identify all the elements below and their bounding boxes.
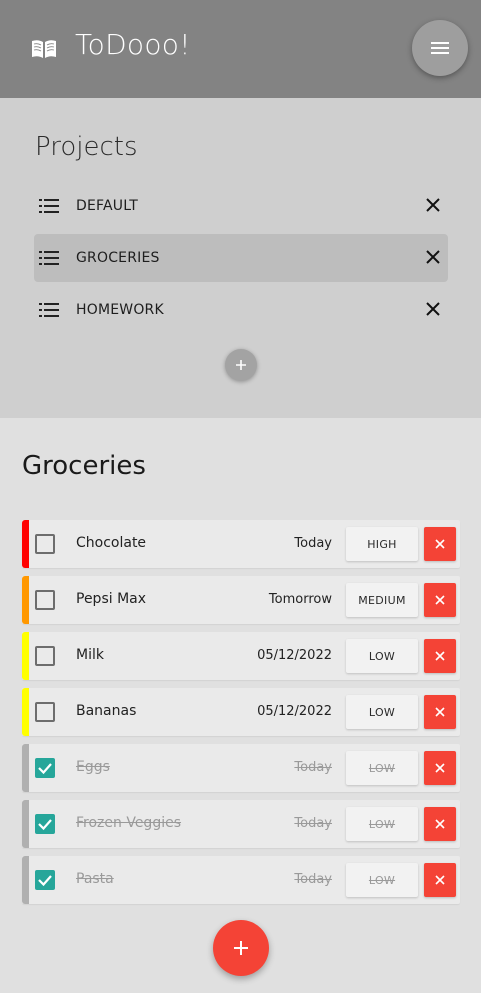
close-icon	[435, 819, 445, 829]
task-date: Today	[294, 760, 332, 775]
close-icon	[435, 763, 445, 773]
task-checkbox[interactable]	[35, 590, 55, 610]
task-checkbox[interactable]	[35, 814, 55, 834]
priority-button[interactable]: LOW	[346, 639, 418, 673]
priority-indicator	[22, 520, 29, 568]
project-label: GROCERIES	[76, 250, 160, 266]
close-icon	[435, 651, 445, 661]
task-name: Frozen Veggies	[76, 815, 182, 831]
priority-button[interactable]: LOW	[346, 695, 418, 729]
close-icon	[435, 595, 445, 605]
task-name: Pasta	[76, 871, 114, 887]
task-row: Pepsi Max Tomorrow MEDIUM	[22, 576, 460, 624]
priority-indicator	[22, 688, 29, 736]
task-date: Today	[294, 872, 332, 887]
check-icon	[38, 763, 52, 775]
close-icon[interactable]	[424, 196, 442, 214]
priority-button[interactable]: LOW	[346, 863, 418, 897]
close-icon[interactable]	[424, 248, 442, 266]
task-row: Bananas 05/12/2022 LOW	[22, 688, 460, 736]
priority-indicator	[22, 744, 29, 792]
project-item-groceries[interactable]: GROCERIES	[34, 234, 448, 282]
check-icon	[38, 875, 52, 887]
task-row: Eggs Today LOW	[22, 744, 460, 792]
task-name: Milk	[76, 647, 104, 663]
hamburger-menu-icon	[431, 42, 449, 54]
delete-task-button[interactable]	[424, 751, 456, 785]
list-icon	[39, 199, 59, 213]
close-icon	[435, 707, 445, 717]
add-task-button[interactable]	[213, 920, 269, 976]
priority-button[interactable]: LOW	[346, 751, 418, 785]
plus-icon	[236, 360, 246, 370]
task-row: Chocolate Today HIGH	[22, 520, 460, 568]
project-label: HOMEWORK	[76, 302, 164, 318]
priority-button[interactable]: MEDIUM	[346, 583, 418, 617]
project-item-default[interactable]: DEFAULT	[34, 182, 448, 230]
task-date: Tomorrow	[268, 592, 332, 607]
task-checkbox[interactable]	[35, 534, 55, 554]
close-icon	[435, 875, 445, 885]
priority-button[interactable]: HIGH	[346, 527, 418, 561]
task-checkbox[interactable]	[35, 702, 55, 722]
list-icon	[39, 303, 59, 317]
task-date: 05/12/2022	[257, 704, 332, 719]
delete-task-button[interactable]	[424, 863, 456, 897]
app-header: ToDooo!	[0, 0, 481, 98]
delete-task-button[interactable]	[424, 583, 456, 617]
task-name: Eggs	[76, 759, 110, 775]
menu-button[interactable]	[412, 20, 468, 76]
priority-indicator	[22, 800, 29, 848]
delete-task-button[interactable]	[424, 695, 456, 729]
task-date: Today	[294, 816, 332, 831]
task-row: Frozen Veggies Today LOW	[22, 800, 460, 848]
task-name: Bananas	[76, 703, 137, 719]
priority-indicator	[22, 632, 29, 680]
task-checkbox[interactable]	[35, 646, 55, 666]
close-icon	[435, 539, 445, 549]
task-name: Pepsi Max	[76, 591, 147, 607]
delete-task-button[interactable]	[424, 527, 456, 561]
projects-title: Projects	[35, 132, 138, 162]
delete-task-button[interactable]	[424, 639, 456, 673]
task-row: Milk 05/12/2022 LOW	[22, 632, 460, 680]
delete-task-button[interactable]	[424, 807, 456, 841]
check-icon	[38, 819, 52, 831]
list-title: Groceries	[22, 451, 146, 481]
plus-icon	[234, 941, 248, 955]
priority-indicator	[22, 856, 29, 904]
task-checkbox[interactable]	[35, 758, 55, 778]
add-project-button[interactable]	[225, 349, 257, 381]
project-item-homework[interactable]: HOMEWORK	[34, 286, 448, 334]
task-date: 05/12/2022	[257, 648, 332, 663]
book-open-icon	[32, 40, 56, 58]
priority-indicator	[22, 576, 29, 624]
task-checkbox[interactable]	[35, 870, 55, 890]
task-name: Chocolate	[76, 535, 147, 551]
task-row: Pasta Today LOW	[22, 856, 460, 904]
priority-button[interactable]: LOW	[346, 807, 418, 841]
app-title: ToDooo!	[75, 28, 191, 61]
task-date: Today	[294, 536, 332, 551]
close-icon[interactable]	[424, 300, 442, 318]
project-label: DEFAULT	[76, 198, 139, 214]
projects-panel: Projects DEFAULT GROCERIES HOMEWORK	[0, 98, 481, 418]
list-icon	[39, 251, 59, 265]
